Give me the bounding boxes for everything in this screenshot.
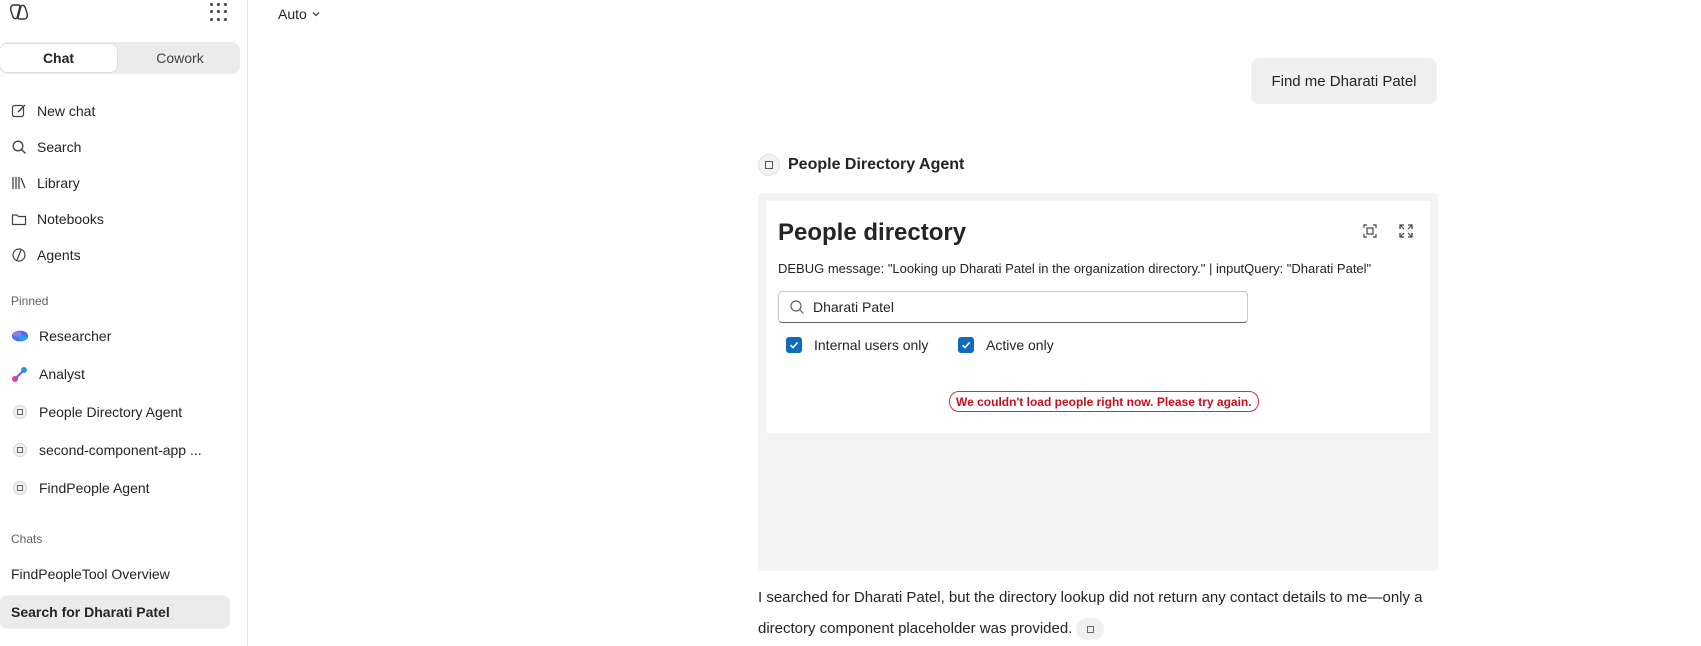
nav-label: New chat [37, 103, 96, 119]
expand-icon[interactable] [1396, 221, 1416, 241]
pinned-label: FindPeople Agent [39, 480, 150, 496]
nav-agents[interactable]: Agents [0, 240, 240, 270]
compose-icon [11, 103, 27, 119]
library-icon [11, 175, 27, 191]
app-launcher-icon[interactable] [210, 3, 228, 21]
pinned-label: second-component-app ... [39, 442, 202, 458]
nav-new-chat[interactable]: New chat [0, 96, 240, 126]
user-message: Find me Dharati Patel [1251, 58, 1437, 104]
nav-search[interactable]: Search [0, 132, 240, 162]
model-selector[interactable]: Auto [278, 4, 321, 24]
agent-icon [13, 405, 27, 419]
nav-label: Search [37, 139, 82, 155]
agent-icon [758, 154, 780, 176]
pinned-label: People Directory Agent [39, 404, 183, 420]
nav-library[interactable]: Library [0, 168, 240, 198]
checkmark-icon [958, 337, 974, 353]
assistant-answer: I searched for Dharati Patel, but the di… [758, 582, 1448, 644]
active-only-checkbox[interactable]: Active only [958, 335, 1054, 355]
tab-cowork[interactable]: Cowork [120, 44, 240, 72]
debug-message: DEBUG message: "Looking up Dharati Patel… [778, 261, 1372, 276]
nav-label: Notebooks [37, 211, 104, 227]
error-message: We couldn't load people right now. Pleas… [949, 391, 1259, 412]
agent-icon [13, 443, 27, 457]
search-icon [11, 139, 27, 155]
checkmark-icon [786, 337, 802, 353]
chat-item-search-for-dharati-patel[interactable]: Search for Dharati Patel [0, 595, 230, 629]
agent-header: People Directory Agent [758, 154, 964, 176]
pinned-item-second-component-app[interactable]: second-component-app ... [0, 434, 240, 466]
card-title: People directory [778, 219, 967, 246]
sidebar: Chat Cowork New chat Search Library Note… [0, 0, 248, 646]
internal-users-checkbox[interactable]: Internal users only [786, 335, 928, 355]
pinned-heading: Pinned [11, 294, 49, 308]
pinned-item-researcher[interactable]: Researcher [0, 320, 240, 352]
agent-icon [13, 481, 27, 495]
people-directory-card: People directory DEBUG message: "Looking… [766, 201, 1430, 433]
checkbox-label: Internal users only [814, 337, 929, 353]
screenshot-icon[interactable] [1360, 221, 1380, 241]
pinned-label: Researcher [39, 328, 112, 344]
directory-card-container: People directory DEBUG message: "Looking… [758, 193, 1438, 571]
pinned-item-findpeople-agent[interactable]: FindPeople Agent [0, 472, 240, 504]
nav-label: Agents [37, 247, 81, 263]
chat-item-findpeopletool-overview[interactable]: FindPeopleTool Overview [0, 557, 230, 591]
nav-label: Library [37, 175, 80, 191]
agents-icon [11, 247, 27, 263]
mode-switch: Chat Cowork [0, 42, 240, 74]
pinned-item-analyst[interactable]: Analyst [0, 358, 240, 390]
people-search-field[interactable] [778, 291, 1248, 323]
citation-icon[interactable] [1076, 618, 1105, 641]
folder-icon [11, 211, 27, 227]
nav-notebooks[interactable]: Notebooks [0, 204, 240, 234]
copilot-logo-icon[interactable] [8, 2, 30, 22]
tab-chat[interactable]: Chat [0, 44, 117, 72]
agent-name: People Directory Agent [788, 156, 965, 173]
people-search-input[interactable] [813, 299, 1233, 315]
chats-heading: Chats [11, 532, 43, 546]
pinned-item-people-directory-agent[interactable]: People Directory Agent [0, 396, 240, 428]
researcher-icon [11, 327, 29, 345]
analyst-icon [11, 365, 29, 383]
sidebar-header [0, 0, 247, 24]
search-icon [790, 300, 804, 314]
checkbox-label: Active only [986, 337, 1054, 353]
chevron-down-icon [312, 12, 320, 17]
model-selector-label: Auto [278, 6, 307, 22]
pinned-label: Analyst [39, 366, 85, 382]
